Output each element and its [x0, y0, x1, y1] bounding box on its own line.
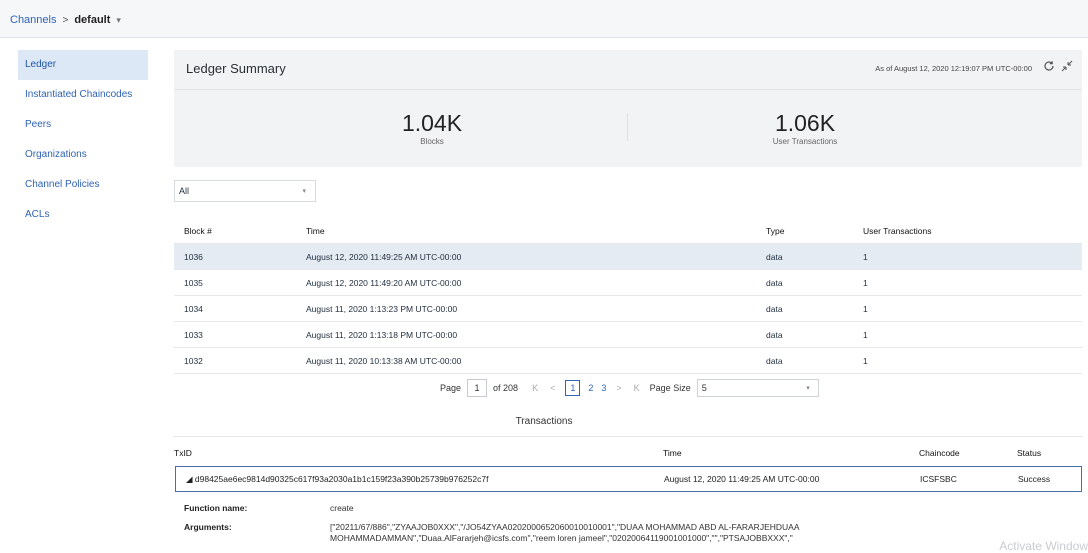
blocks-metric: 1.04K Blocks: [332, 110, 532, 146]
breadcrumb-separator: >: [62, 14, 69, 26]
ledger-summary-panel: Ledger Summary As of August 12, 2020 12:…: [174, 50, 1082, 167]
table-row[interactable]: 1033 August 11, 2020 1:13:18 PM UTC-00:0…: [174, 322, 1082, 348]
page-button-3[interactable]: 3: [601, 383, 606, 393]
breadcrumb-bar: Channels > default ▾: [0, 0, 1088, 38]
transaction-chaincode: ICSFSBC: [920, 474, 957, 484]
column-header-time[interactable]: Time: [306, 226, 325, 236]
last-page-icon[interactable]: K: [634, 383, 640, 393]
page-size-value: 5: [701, 383, 707, 393]
page-label: Page: [440, 383, 462, 393]
page-size-label: Page Size: [649, 383, 691, 393]
function-name-value: create: [330, 503, 354, 513]
sidebar-item-ledger[interactable]: Ledger: [18, 50, 148, 80]
next-page-icon[interactable]: >: [616, 383, 621, 393]
block-user-transactions: 1: [863, 278, 868, 288]
block-time: August 12, 2020 11:49:20 AM UTC-00:00: [306, 278, 462, 288]
summary-divider: [174, 89, 1082, 90]
breadcrumb-current-channel[interactable]: default: [74, 14, 110, 26]
sidebar-item-instantiated-chaincodes[interactable]: Instantiated Chaincodes: [18, 80, 148, 110]
first-page-icon[interactable]: K: [532, 383, 538, 393]
table-row[interactable]: 1036 August 12, 2020 11:49:25 AM UTC-00:…: [174, 244, 1082, 270]
sidebar-nav: Ledger Instantiated Chaincodes Peers Org…: [18, 50, 148, 230]
block-number: 1035: [184, 278, 203, 288]
arguments-value-line-2: MOHAMMADAMMAN","Duaa.AlFararjeh@icsfs.co…: [330, 533, 793, 543]
block-time: August 11, 2020 10:13:38 AM UTC-00:00: [306, 356, 462, 366]
sidebar-item-peers[interactable]: Peers: [18, 110, 148, 140]
column-header-type[interactable]: Type: [766, 226, 784, 236]
arguments-label: Arguments:: [184, 522, 232, 532]
breadcrumb-channels-link[interactable]: Channels: [10, 14, 56, 26]
column-header-txid[interactable]: TxID: [174, 448, 192, 458]
arguments-value-line-1: ["20211/67/886","ZYAAJOB0XXX","/JO54ZYAA…: [330, 522, 800, 532]
user-transactions-count: 1.06K: [774, 110, 836, 136]
page-button-1[interactable]: 1: [565, 380, 581, 396]
breadcrumb: Channels > default ▾: [10, 14, 121, 26]
blocks-label: Blocks: [420, 137, 444, 146]
block-user-transactions: 1: [863, 330, 868, 340]
blocks-count: 1.04K: [401, 110, 463, 136]
block-type-filter-select[interactable]: All ▾: [174, 180, 316, 202]
metric-separator: [627, 113, 628, 141]
transactions-divider: [174, 436, 1082, 437]
sidebar-item-acls[interactable]: ACLs: [18, 200, 148, 230]
blocks-table: Block # Time Type User Transactions 1036…: [174, 218, 1082, 374]
page-total: of 208: [493, 383, 519, 393]
filter-selected-value: All: [179, 186, 190, 196]
user-transactions-label: User Transactions: [772, 137, 838, 146]
table-row[interactable]: 1034 August 11, 2020 1:13:23 PM UTC-00:0…: [174, 296, 1082, 322]
transactions-title: Transactions: [515, 416, 573, 427]
block-type: data: [766, 356, 783, 366]
transactions-table-header: TxID Time Chaincode Status: [174, 443, 1082, 463]
block-number: 1034: [184, 304, 203, 314]
chevron-down-icon: ▾: [806, 385, 810, 392]
block-number: 1033: [184, 330, 203, 340]
pagination: Page 1 of 208 K < 1 2 3 > K Page Size 5 …: [440, 378, 819, 398]
block-time: August 12, 2020 11:49:25 AM UTC-00:00: [306, 252, 462, 262]
column-header-chaincode[interactable]: Chaincode: [919, 448, 960, 458]
page-size-select[interactable]: 5 ▾: [696, 379, 819, 397]
transaction-row[interactable]: ◢ d98425ae6ec9814d90325c617f93a2030a1b1c…: [175, 466, 1082, 492]
column-header-user-transactions[interactable]: User Transactions: [863, 226, 932, 236]
block-user-transactions: 1: [863, 304, 868, 314]
table-row[interactable]: 1032 August 11, 2020 10:13:38 AM UTC-00:…: [174, 348, 1082, 374]
previous-page-icon[interactable]: <: [550, 383, 555, 393]
block-user-transactions: 1: [863, 356, 868, 366]
column-header-time[interactable]: Time: [663, 448, 682, 458]
channel-dropdown-icon[interactable]: ▾: [116, 15, 121, 26]
transaction-time: August 12, 2020 11:49:25 AM UTC-00:00: [664, 474, 820, 484]
blocks-table-header: Block # Time Type User Transactions: [174, 218, 1082, 244]
block-number: 1032: [184, 356, 203, 366]
sidebar-item-organizations[interactable]: Organizations: [18, 140, 148, 170]
block-time: August 11, 2020 1:13:23 PM UTC-00:00: [306, 304, 458, 314]
block-time: August 11, 2020 1:13:18 PM UTC-00:00: [306, 330, 458, 340]
column-header-status[interactable]: Status: [1017, 448, 1041, 458]
collapse-icon[interactable]: [1060, 59, 1074, 73]
block-type: data: [766, 252, 783, 262]
block-type: data: [766, 278, 783, 288]
block-type: data: [766, 304, 783, 314]
page-button-2[interactable]: 2: [588, 383, 593, 393]
chevron-down-icon: ▾: [302, 188, 306, 195]
transaction-id[interactable]: ◢ d98425ae6ec9814d90325c617f93a2030a1b1c…: [186, 474, 488, 485]
transaction-status: Success: [1018, 474, 1051, 484]
table-row[interactable]: 1035 August 12, 2020 11:49:20 AM UTC-00:…: [174, 270, 1082, 296]
user-transactions-metric: 1.06K User Transactions: [705, 110, 905, 146]
sidebar-item-channel-policies[interactable]: Channel Policies: [18, 170, 148, 200]
page-number-input[interactable]: 1: [467, 379, 488, 397]
function-name-label: Function name:: [184, 503, 248, 513]
block-user-transactions: 1: [863, 252, 868, 262]
column-header-block[interactable]: Block #: [184, 226, 212, 236]
refresh-icon[interactable]: [1042, 59, 1056, 73]
ledger-summary-title: Ledger Summary: [186, 61, 286, 76]
as-of-timestamp: As of August 12, 2020 12:19:07 PM UTC-00…: [875, 64, 1032, 73]
block-type: data: [766, 330, 783, 340]
block-number: 1036: [184, 252, 203, 262]
